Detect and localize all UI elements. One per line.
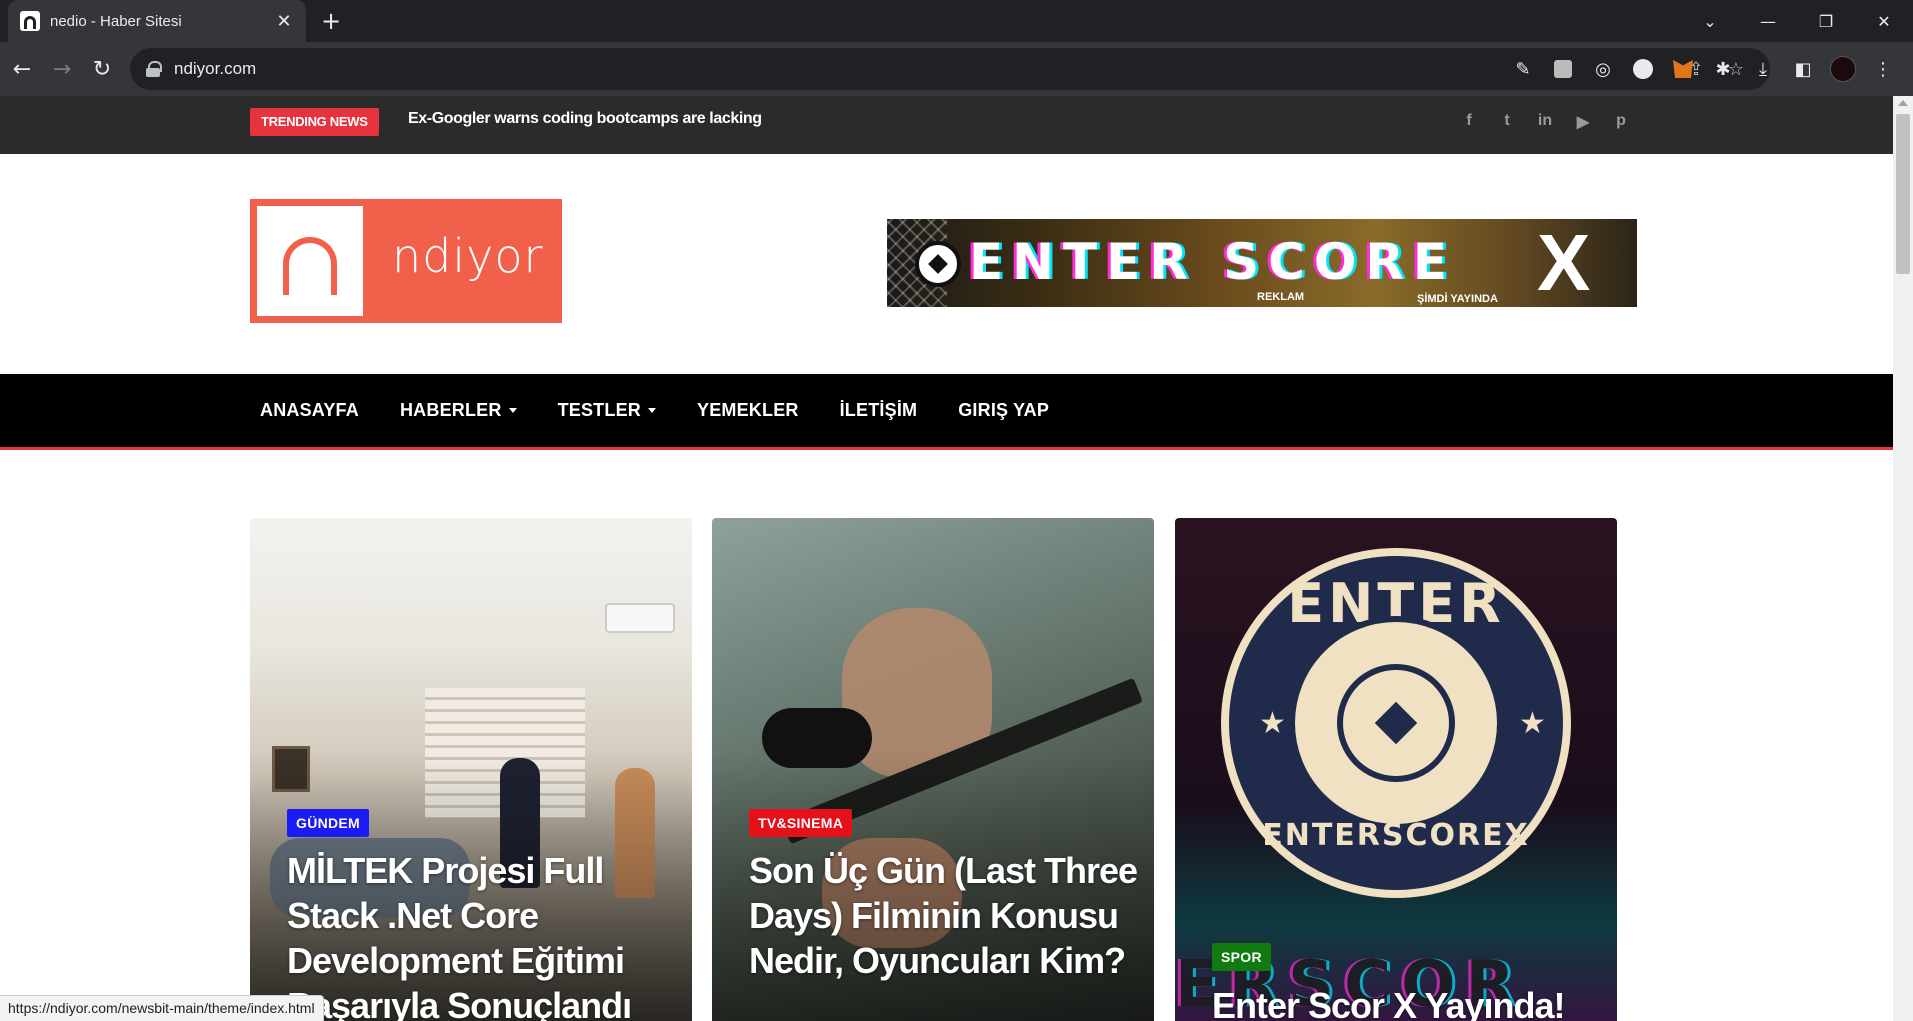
youtube-icon[interactable]: ▶ bbox=[1564, 112, 1602, 132]
trending-bar: TRENDING NEWS Ex-Googler warns coding bo… bbox=[0, 96, 1893, 154]
ad-x-mark: X bbox=[1537, 219, 1591, 307]
restore-icon[interactable]: ❐ bbox=[1797, 12, 1855, 31]
browser-tab[interactable]: nedio - Haber Sitesi ✕ bbox=[8, 0, 306, 42]
reload-icon[interactable]: ↻ bbox=[82, 49, 122, 89]
nav-anasayfa[interactable]: ANASAYFA bbox=[260, 400, 359, 421]
main-nav: ANASAYFA HABERLER TESTLER YEMEKLER İLETİ… bbox=[0, 374, 1893, 450]
card-title[interactable]: MİLTEK Projesi Full Stack .Net Core Deve… bbox=[287, 848, 677, 1021]
star-icon: ★ bbox=[1519, 706, 1546, 741]
extension-globe-icon[interactable] bbox=[1623, 52, 1663, 86]
metamask-icon[interactable] bbox=[1663, 52, 1703, 86]
badge-bottom-text: ENTERSCOREX bbox=[1262, 818, 1530, 853]
puzzle-icon[interactable]: ✱ bbox=[1703, 52, 1743, 86]
scroll-up-icon[interactable] bbox=[1898, 100, 1908, 106]
category-badge[interactable]: TV&SINEMA bbox=[749, 809, 853, 837]
close-window-icon[interactable]: ✕ bbox=[1855, 12, 1913, 31]
card-title[interactable]: Son Üç Gün (Last Three Days) Filminin Ko… bbox=[749, 848, 1139, 983]
category-badge[interactable]: SPOR bbox=[1212, 943, 1271, 971]
url-text[interactable]: ndiyor.com bbox=[174, 59, 1676, 79]
menu-icon[interactable]: ⋮ bbox=[1863, 52, 1903, 86]
news-card[interactable]: ENTER ESTD-2023 ★ ★ ENTERSCOREX ERSCOR S… bbox=[1175, 518, 1617, 1021]
tab-close-icon[interactable]: ✕ bbox=[274, 11, 294, 32]
profile-avatar[interactable] bbox=[1823, 52, 1863, 86]
extension-square-icon[interactable] bbox=[1543, 52, 1583, 86]
back-icon[interactable]: ← bbox=[2, 49, 42, 89]
tab-search-icon[interactable]: ⌄ bbox=[1681, 12, 1739, 31]
category-badge[interactable]: GÜNDEM bbox=[287, 809, 370, 837]
pinterest-icon[interactable]: p bbox=[1602, 112, 1640, 132]
nav-yemekler[interactable]: YEMEKLER bbox=[697, 400, 799, 421]
soccer-ball-icon bbox=[915, 241, 961, 287]
enterscorex-logo: ENTER ESTD-2023 ★ ★ ENTERSCOREX bbox=[1221, 548, 1571, 898]
ad-reklam-label: REKLAM bbox=[1257, 291, 1305, 303]
sidebar-icon[interactable]: ◧ bbox=[1783, 52, 1823, 86]
status-url: https://ndiyor.com/newsbit-main/theme/in… bbox=[0, 995, 324, 1021]
star-icon: ★ bbox=[1259, 706, 1286, 741]
lock-icon[interactable] bbox=[146, 61, 162, 77]
soccer-ball-icon bbox=[1337, 664, 1455, 782]
download-icon[interactable]: ⤓ bbox=[1743, 52, 1783, 86]
page-scrollbar[interactable] bbox=[1893, 96, 1913, 1021]
caret-down-icon bbox=[647, 408, 656, 413]
logo-text: ndiyor bbox=[392, 229, 544, 283]
tab-title: nedio - Haber Sitesi bbox=[50, 12, 182, 30]
web-page: TRENDING NEWS Ex-Googler warns coding bo… bbox=[0, 96, 1893, 1021]
nav-testler[interactable]: TESTLER bbox=[558, 400, 656, 421]
ad-simdi-label: ŞİMDİ YAYINDA bbox=[1417, 293, 1498, 305]
forward-icon[interactable]: → bbox=[42, 49, 82, 89]
trending-badge: TRENDING NEWS bbox=[250, 108, 379, 136]
site-favicon-icon bbox=[20, 11, 40, 31]
browser-window: nedio - Haber Sitesi ✕ + ⌄ — ❐ ✕ ← → ↻ n… bbox=[0, 0, 1913, 1021]
window-controls: ⌄ — ❐ ✕ bbox=[1681, 0, 1913, 42]
ad-title: ENTER SCORE bbox=[969, 233, 1457, 291]
site-header: ndiyor ENTER SCORE X REKLAM ŞİMDİ YAYIND… bbox=[0, 154, 1893, 374]
tab-strip: nedio - Haber Sitesi ✕ + ⌄ — ❐ ✕ bbox=[0, 0, 1913, 42]
news-card[interactable]: GÜNDEM MİLTEK Projesi Full Stack .Net Co… bbox=[250, 518, 692, 1021]
linkedin-icon[interactable]: in bbox=[1526, 112, 1564, 132]
caret-down-icon bbox=[508, 408, 517, 413]
logo-mark bbox=[257, 206, 363, 316]
facebook-icon[interactable]: f bbox=[1450, 112, 1488, 132]
nav-iletisim[interactable]: İLETİŞİM bbox=[840, 400, 918, 421]
news-card[interactable]: TV&SINEMA Son Üç Gün (Last Three Days) F… bbox=[712, 518, 1154, 1021]
eyedropper-icon[interactable]: ✎ bbox=[1503, 52, 1543, 86]
minimize-icon[interactable]: — bbox=[1739, 12, 1797, 31]
nav-haberler[interactable]: HABERLER bbox=[400, 400, 517, 421]
twitter-icon[interactable]: t bbox=[1488, 112, 1526, 132]
new-tab-button[interactable]: + bbox=[318, 8, 344, 34]
social-links: f t in ▶ p bbox=[1450, 112, 1640, 132]
browser-toolbar: ← → ↻ ndiyor.com ⇪ ☆ ✎ ◎ ✱ ⤓ ◧ ⋮ bbox=[0, 42, 1913, 96]
site-logo[interactable]: ndiyor bbox=[250, 199, 562, 323]
ad-banner[interactable]: ENTER SCORE X REKLAM ŞİMDİ YAYINDA bbox=[887, 219, 1637, 307]
card-title[interactable]: Enter Scor X Yayında! bbox=[1212, 983, 1602, 1021]
extension-target-icon[interactable]: ◎ bbox=[1583, 52, 1623, 86]
nav-giris-yap[interactable]: GIRIŞ YAP bbox=[958, 400, 1049, 421]
extensions-area: ✎ ◎ ✱ ⤓ ◧ ⋮ bbox=[1503, 52, 1903, 86]
trending-headline[interactable]: Ex-Googler warns coding bootcamps are la… bbox=[408, 110, 762, 128]
scrollbar-thumb[interactable] bbox=[1896, 114, 1910, 274]
